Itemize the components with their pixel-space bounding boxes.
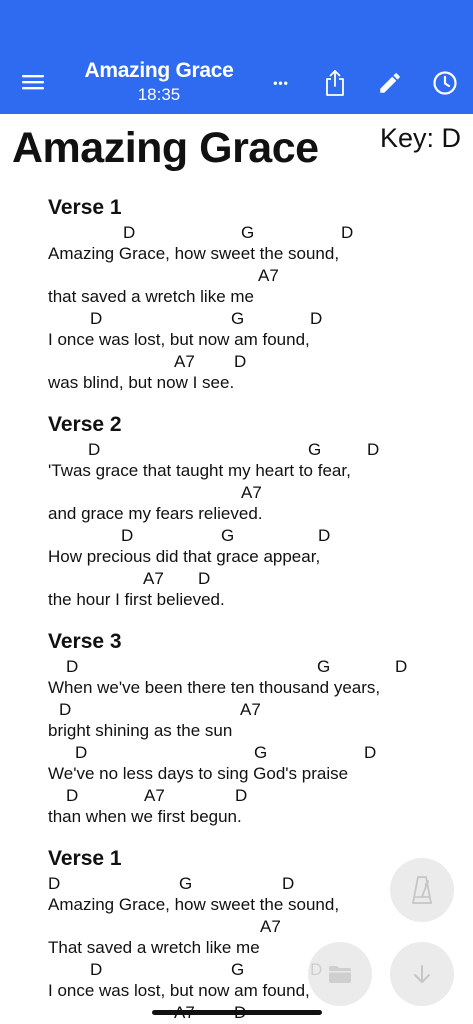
chord-row: DGD xyxy=(48,656,458,677)
arrow-down-icon xyxy=(414,965,430,983)
chord-label: G xyxy=(221,526,235,545)
top-app-bar: Amazing Grace 18:35 ••• xyxy=(0,0,473,114)
chord-row: D A7 D xyxy=(48,785,458,806)
lyric-line: than when we first begun. xyxy=(48,807,242,826)
chord-label: D xyxy=(318,526,331,545)
chord-label: A7 xyxy=(240,700,261,719)
lyric-line: When we've been there ten thousand years… xyxy=(48,678,381,697)
chord-label: D xyxy=(198,569,211,588)
chord-label: D xyxy=(121,526,134,545)
scroll-down-button[interactable] xyxy=(390,942,454,1006)
metronome-icon xyxy=(412,876,432,904)
chord-label: A7 xyxy=(258,266,279,285)
verse-block: Verse 3 D G D When we've been there ten thou… xyxy=(48,628,458,828)
chord-label: A7 xyxy=(144,786,165,805)
chord-label: D xyxy=(282,874,295,893)
chord-label: D xyxy=(90,960,103,979)
lyric-line: the hour I first believed. xyxy=(48,590,225,609)
edit-icon xyxy=(380,73,400,93)
metronome-button[interactable] xyxy=(390,858,454,922)
more-button[interactable]: ••• xyxy=(264,66,298,100)
verse-title: Verse 3 xyxy=(48,630,122,653)
chord-label: D xyxy=(395,657,408,676)
chord-label: G xyxy=(308,440,322,459)
chord-label: G xyxy=(317,657,331,676)
edit-button[interactable] xyxy=(373,66,407,100)
share-button[interactable] xyxy=(318,66,352,100)
header-time: 18:35 xyxy=(137,85,181,104)
chord-label: D xyxy=(59,700,72,719)
chord-label: D xyxy=(341,223,354,242)
folder-button[interactable] xyxy=(308,942,372,1006)
lyric-line: Amazing Grace, how sweet the sound, xyxy=(48,244,340,263)
app-screen: Amazing Grace 18:35 ••• Amazing Grace Ke… xyxy=(0,0,473,1024)
chord-label: A7 xyxy=(260,917,281,936)
lyric-line: We've no less days to sing God's praise xyxy=(48,764,349,783)
more-icon: ••• xyxy=(273,76,289,90)
chord-label: D xyxy=(75,743,88,762)
chord-label: A7 xyxy=(143,569,164,588)
lyric-line: 'Twas grace that taught my heart to fear… xyxy=(48,461,351,480)
song-title: Amazing Grace xyxy=(12,124,319,172)
chord-label: A7 xyxy=(174,352,195,371)
verse-title: Verse 1 xyxy=(48,196,122,219)
chord-row: A7 xyxy=(48,265,458,286)
chord-label: D xyxy=(123,223,136,242)
title-block: Amazing Grace 18:35 xyxy=(60,58,258,106)
chord-label: G xyxy=(179,874,193,893)
chord-row: A7 xyxy=(48,916,458,937)
folder-icon xyxy=(329,966,351,983)
chord-row: D A7 xyxy=(48,699,458,720)
chord-label: D xyxy=(88,440,101,459)
chord-label: D xyxy=(235,786,248,805)
verse-block: Verse 1 D G D Amazing Grace, how sweet the s… xyxy=(48,194,458,394)
chord-row: DGD xyxy=(48,742,458,763)
chord-label: D xyxy=(48,874,61,893)
verse-block: Verse 2 D G D 'Twas grace that taught my hea… xyxy=(48,411,458,611)
chord-row: A7 D xyxy=(48,568,458,589)
verse-title: Verse 2 xyxy=(48,413,122,436)
chord-row: DGD xyxy=(48,308,458,329)
chord-row: A7 xyxy=(48,482,458,503)
chord-label: D xyxy=(234,352,247,371)
history-button[interactable] xyxy=(428,66,462,100)
chord-row: A7 D xyxy=(48,351,458,372)
chord-label: G xyxy=(231,309,245,328)
home-indicator[interactable] xyxy=(152,1010,322,1015)
menu-icon xyxy=(22,75,44,90)
lyric-line: was blind, but now I see. xyxy=(48,373,235,392)
lyric-line: and grace my fears relieved. xyxy=(48,504,263,523)
chord-label: G xyxy=(231,960,245,979)
chord-row: DGD xyxy=(48,222,458,243)
chord-label: A7 xyxy=(241,483,262,502)
chord-label: D xyxy=(66,657,79,676)
chord-row: DGD xyxy=(48,439,458,460)
chord-label: G xyxy=(241,223,255,242)
menu-button[interactable] xyxy=(18,68,48,96)
chord-label: G xyxy=(254,743,268,762)
song-key: Key: D xyxy=(379,123,461,153)
chord-label: D xyxy=(364,743,377,762)
chord-label: D xyxy=(66,786,79,805)
lyric-line: that saved a wretch like me xyxy=(48,287,254,306)
lyric-line: How precious did that grace appear, xyxy=(48,547,321,566)
header-title: Amazing Grace xyxy=(84,59,234,82)
chord-row: DGD xyxy=(48,525,458,546)
chord-label: D xyxy=(90,309,103,328)
chord-label: D xyxy=(367,440,380,459)
chord-label: D xyxy=(310,309,323,328)
lyric-line: bright shining as the sun xyxy=(48,721,233,740)
share-icon xyxy=(326,70,344,96)
lyric-line: I once was lost, but now am found, xyxy=(48,330,310,349)
history-icon xyxy=(433,71,457,95)
